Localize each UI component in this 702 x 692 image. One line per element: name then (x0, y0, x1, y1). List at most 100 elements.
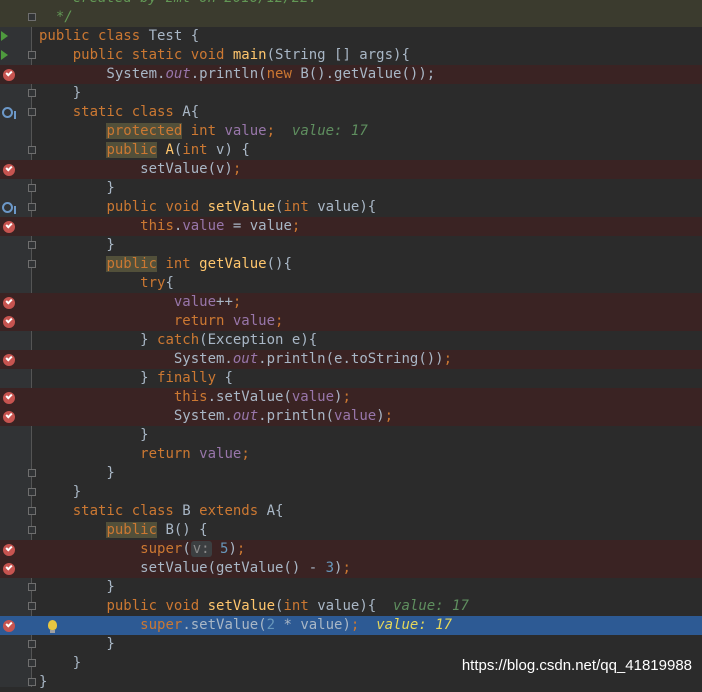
overridden-method-icon[interactable] (2, 107, 16, 119)
fold-marker-icon[interactable] (28, 640, 36, 648)
code-editor[interactable]: * created by zmt on 2016/12/22. */ public… (0, 0, 702, 690)
code-token: { (224, 370, 233, 386)
code-line[interactable]: public int getValue(){ (0, 255, 702, 274)
code-token: out (232, 351, 259, 367)
code-line[interactable]: public void setValue(int value){ value: … (0, 597, 702, 616)
breakpoint-icon[interactable] (3, 354, 15, 366)
code-line-text: System.out.println(new B().getValue()); (39, 65, 435, 84)
fold-marker-icon[interactable] (28, 507, 36, 515)
fold-marker-icon[interactable] (28, 13, 36, 21)
run-icon[interactable] (1, 31, 8, 41)
fold-marker-icon[interactable] (28, 488, 36, 496)
code-line[interactable]: public class Test { (0, 27, 702, 46)
code-token: int (157, 256, 200, 272)
code-token: = value (232, 218, 292, 234)
code-line[interactable]: public static void main(String [] args){ (0, 46, 702, 65)
code-token: } (39, 674, 48, 690)
breakpoint-icon[interactable] (3, 316, 15, 328)
code-token: public static void (72, 47, 233, 63)
fold-marker-icon[interactable] (28, 51, 36, 59)
breakpoint-icon[interactable] (3, 221, 15, 233)
code-token: .setValue( (207, 389, 292, 405)
code-token: .setValue( (182, 617, 267, 633)
breakpoint-icon[interactable] (3, 411, 15, 423)
fold-marker-icon[interactable] (28, 146, 36, 154)
code-line-text: */ (39, 8, 73, 27)
fold-marker-icon[interactable] (28, 659, 36, 667)
fold-marker-icon[interactable] (28, 583, 36, 591)
fold-marker-icon[interactable] (28, 89, 36, 97)
fold-marker-icon[interactable] (28, 108, 36, 116)
code-line-text: } (39, 578, 114, 597)
code-line-text: * created by zmt on 2016/12/22. (39, 0, 317, 8)
code-token: .println(e.toString()) (258, 351, 444, 367)
code-line[interactable]: return value; (0, 445, 702, 464)
code-line[interactable]: protected int value; value: 17 (0, 122, 702, 141)
code-line[interactable]: public void setValue(int value){ (0, 198, 702, 217)
code-line[interactable]: } (0, 84, 702, 103)
breakpoint-icon[interactable] (3, 69, 15, 81)
code-token: ( (182, 541, 191, 557)
code-line[interactable]: System.out.println(new B().getValue()); (0, 65, 702, 84)
code-line[interactable]: this.value = value; (0, 217, 702, 236)
code-line[interactable]: } (0, 426, 702, 445)
code-line[interactable]: try{ (0, 274, 702, 293)
code-line[interactable]: return value; (0, 312, 702, 331)
run-icon[interactable] (1, 50, 8, 60)
code-token: } (39, 237, 115, 253)
code-line[interactable]: this.setValue(value); (0, 388, 702, 407)
code-line[interactable]: super(v: 5); (0, 540, 702, 559)
code-line[interactable]: } (0, 464, 702, 483)
code-token: ; (275, 313, 284, 329)
code-line[interactable]: * created by zmt on 2016/12/22. (0, 0, 702, 8)
code-token: } (39, 427, 149, 443)
code-line[interactable]: } (0, 236, 702, 255)
code-line[interactable]: } catch(Exception e){ (0, 331, 702, 350)
code-line[interactable]: value++; (0, 293, 702, 312)
breakpoint-icon[interactable] (3, 620, 15, 632)
code-token: .println( (258, 408, 335, 424)
code-line[interactable]: } finally { (0, 369, 702, 388)
fold-marker-icon[interactable] (28, 203, 36, 211)
code-line[interactable]: setValue(v); (0, 160, 702, 179)
code-line[interactable]: */ (0, 8, 702, 27)
code-line[interactable]: static class A{ (0, 103, 702, 122)
code-token: } (39, 180, 115, 196)
code-line[interactable]: super.setValue(2 * value); value: 17 (0, 616, 702, 635)
fold-marker-icon[interactable] (28, 184, 36, 192)
code-token: this (140, 218, 174, 234)
breakpoint-icon[interactable] (3, 297, 15, 309)
code-line[interactable]: public B() { (0, 521, 702, 540)
code-line[interactable]: } (0, 673, 702, 692)
code-token: value (334, 408, 377, 424)
code-line-text: return value; (39, 312, 284, 331)
breakpoint-icon[interactable] (3, 392, 15, 404)
overridden-method-icon[interactable] (2, 202, 16, 214)
code-line[interactable]: } (0, 578, 702, 597)
code-line[interactable]: System.out.println(value); (0, 407, 702, 426)
code-line[interactable]: static class B extends A{ (0, 502, 702, 521)
fold-marker-icon[interactable] (28, 602, 36, 610)
breakpoint-icon[interactable] (3, 164, 15, 176)
code-token: ; (342, 389, 351, 405)
lightbulb-icon[interactable] (48, 620, 57, 633)
breakpoint-icon[interactable] (3, 563, 15, 575)
fold-marker-icon[interactable] (28, 526, 36, 534)
code-line-text: } (39, 236, 115, 255)
fold-marker-icon[interactable] (28, 469, 36, 477)
fold-marker-icon[interactable] (28, 260, 36, 268)
code-line[interactable]: } (0, 635, 702, 654)
fold-marker-icon[interactable] (28, 678, 36, 686)
code-line[interactable]: setValue(getValue() - 3); (0, 559, 702, 578)
code-token: ; (342, 560, 351, 576)
code-token: } (39, 332, 158, 348)
code-line[interactable]: public A(int v) { (0, 141, 702, 160)
fold-marker-icon[interactable] (28, 241, 36, 249)
code-token: } (39, 370, 158, 386)
code-line[interactable]: } (0, 179, 702, 198)
code-line[interactable]: System.out.println(e.toString()); (0, 350, 702, 369)
code-line[interactable]: } (0, 483, 702, 502)
breakpoint-icon[interactable] (3, 544, 15, 556)
